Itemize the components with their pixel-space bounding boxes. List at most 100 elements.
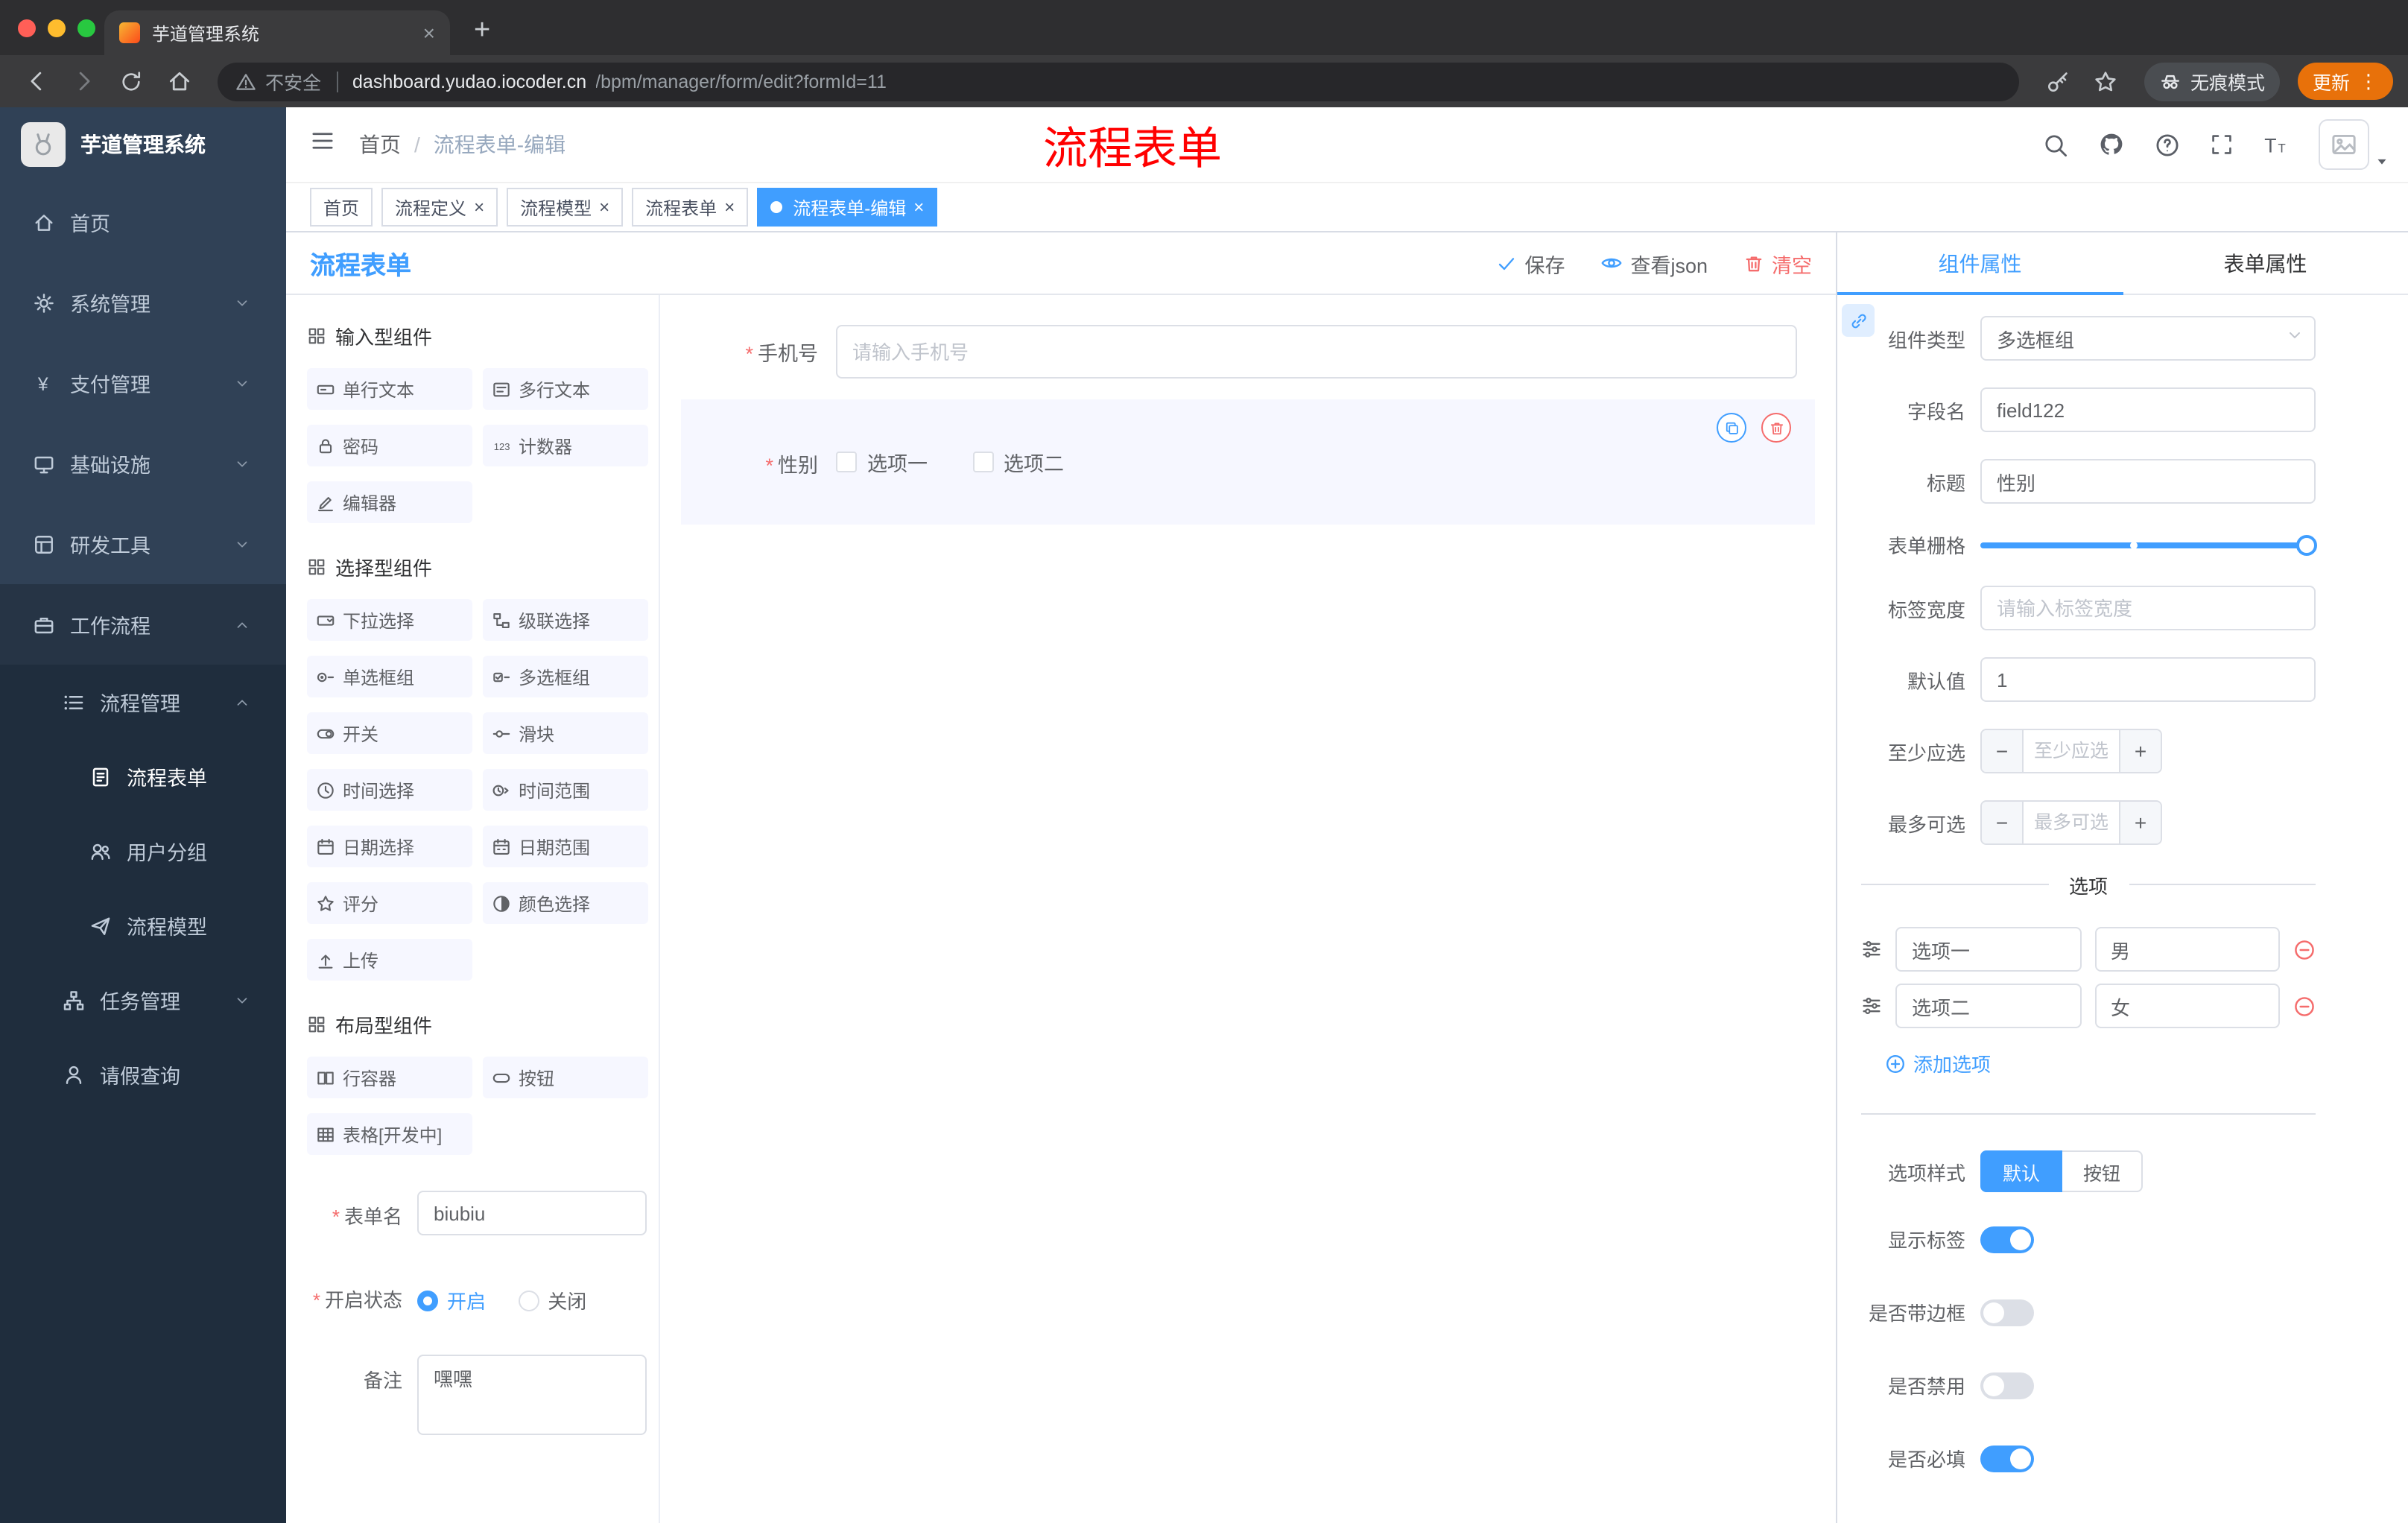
sidebar-item-payment-management[interactable]: ¥ 支付管理 bbox=[0, 343, 286, 423]
palette-item-select[interactable]: 下拉选择 bbox=[307, 599, 472, 641]
close-icon[interactable]: × bbox=[474, 198, 484, 216]
canvas-field-phone[interactable]: * 手机号 bbox=[681, 313, 1815, 390]
close-window-button[interactable] bbox=[18, 19, 36, 37]
show-label-switch[interactable] bbox=[1980, 1226, 2034, 1253]
palette-item-button[interactable]: 按钮 bbox=[483, 1057, 648, 1098]
palette-item-radio-group[interactable]: 单选框组 bbox=[307, 656, 472, 697]
sidebar-item-infrastructure[interactable]: 基础设施 bbox=[0, 423, 286, 504]
checkbox-option[interactable]: 选项二 bbox=[972, 447, 1064, 477]
palette-item-rate[interactable]: 评分 bbox=[307, 882, 472, 924]
min-select-input[interactable] bbox=[2024, 730, 2119, 772]
sidebar-item-process-management[interactable]: 流程管理 bbox=[0, 665, 286, 739]
form-remark-textarea[interactable]: 嘿嘿 bbox=[417, 1354, 647, 1434]
palette-item-rich-editor[interactable]: 编辑器 bbox=[307, 481, 472, 523]
help-icon[interactable] bbox=[2155, 132, 2180, 157]
default-value-input[interactable] bbox=[1980, 657, 2316, 702]
forward-icon[interactable] bbox=[63, 60, 104, 102]
minus-button[interactable]: − bbox=[1982, 802, 2024, 843]
palette-item-password[interactable]: 密码 bbox=[307, 425, 472, 466]
sidebar-logo[interactable]: 芋道管理系统 bbox=[0, 107, 286, 182]
drag-icon[interactable] bbox=[1861, 995, 1882, 1016]
browser-tab[interactable]: 芋道管理系统 × bbox=[104, 10, 450, 55]
required-switch[interactable] bbox=[1980, 1445, 2034, 1472]
sidebar-item-devtools[interactable]: 研发工具 bbox=[0, 504, 286, 584]
palette-item-date-range[interactable]: 日期范围 bbox=[483, 826, 648, 867]
disabled-switch[interactable] bbox=[1980, 1372, 2034, 1399]
add-option-button[interactable]: 添加选项 bbox=[1885, 1049, 2316, 1077]
password-key-icon[interactable] bbox=[2037, 60, 2079, 102]
fullscreen-icon[interactable] bbox=[2210, 133, 2234, 156]
new-tab-button[interactable]: + bbox=[474, 16, 490, 45]
palette-item-time-range[interactable]: 时间范围 bbox=[483, 769, 648, 811]
clear-button[interactable]: 清空 bbox=[1743, 248, 1812, 278]
tab-form-props[interactable]: 表单属性 bbox=[2123, 232, 2408, 294]
checkbox-option[interactable]: 选项一 bbox=[836, 447, 928, 477]
palette-item-time-picker[interactable]: 时间选择 bbox=[307, 769, 472, 811]
plus-button[interactable]: + bbox=[2119, 802, 2161, 843]
option-label-input[interactable] bbox=[1895, 927, 2081, 972]
tab-close-icon[interactable]: × bbox=[423, 22, 435, 43]
sidebar-item-system-management[interactable]: 系统管理 bbox=[0, 262, 286, 343]
sidebar-item-task-management[interactable]: 任务管理 bbox=[0, 963, 286, 1037]
palette-item-single-line-text[interactable]: 单行文本 bbox=[307, 368, 472, 410]
palette-item-cascader[interactable]: 级联选择 bbox=[483, 599, 648, 641]
option-value-input[interactable] bbox=[2094, 984, 2280, 1028]
palette-item-counter[interactable]: 123 计数器 bbox=[483, 425, 648, 466]
browser-home-icon[interactable] bbox=[158, 60, 200, 102]
option-label-input[interactable] bbox=[1895, 984, 2081, 1028]
remove-circle-icon[interactable] bbox=[2293, 995, 2316, 1017]
save-button[interactable]: 保存 bbox=[1496, 248, 1565, 278]
delete-field-button[interactable] bbox=[1761, 413, 1791, 443]
sidebar-item-user-group[interactable]: 用户分组 bbox=[0, 814, 286, 888]
reload-icon[interactable] bbox=[110, 60, 152, 102]
zoom-window-button[interactable] bbox=[77, 19, 95, 37]
font-size-icon[interactable]: TT bbox=[2263, 132, 2289, 157]
view-json-button[interactable]: 查看json bbox=[1600, 248, 1708, 278]
tag-home[interactable]: 首页 bbox=[310, 188, 373, 227]
label-width-input[interactable] bbox=[1980, 586, 2316, 630]
close-icon[interactable]: × bbox=[724, 198, 735, 216]
back-icon[interactable] bbox=[15, 60, 57, 102]
max-select-input[interactable] bbox=[2024, 802, 2119, 843]
tag-process-form-edit[interactable]: 流程表单-编辑 × bbox=[757, 188, 938, 227]
breadcrumb-home[interactable]: 首页 bbox=[359, 130, 401, 159]
sidebar-item-leave-query[interactable]: 请假查询 bbox=[0, 1037, 286, 1112]
with-border-switch[interactable] bbox=[1980, 1299, 2034, 1326]
option-value-input[interactable] bbox=[2094, 927, 2280, 972]
status-radio-off[interactable]: 关闭 bbox=[518, 1286, 586, 1314]
search-icon[interactable] bbox=[2043, 132, 2068, 157]
option-style-button-button[interactable]: 按钮 bbox=[2062, 1150, 2144, 1192]
browser-menu-icon[interactable]: ⋮ bbox=[2359, 72, 2378, 91]
minimize-window-button[interactable] bbox=[48, 19, 66, 37]
tag-process-form[interactable]: 流程表单 × bbox=[632, 188, 749, 227]
form-grid-slider[interactable] bbox=[1980, 534, 2317, 555]
phone-input[interactable] bbox=[836, 325, 1797, 379]
palette-item-checkbox-group[interactable]: 多选框组 bbox=[483, 656, 648, 697]
link-icon[interactable] bbox=[1842, 304, 1875, 337]
palette-item-switch[interactable]: 开关 bbox=[307, 712, 472, 754]
close-icon[interactable]: × bbox=[599, 198, 609, 216]
github-icon[interactable] bbox=[2098, 131, 2125, 158]
close-icon[interactable]: × bbox=[913, 198, 924, 216]
component-type-select[interactable] bbox=[1980, 316, 2316, 361]
palette-item-slider[interactable]: 滑块 bbox=[483, 712, 648, 754]
form-canvas[interactable]: *手机号 *性别 选项一选项二 bbox=[660, 295, 1836, 1523]
palette-item-multi-line-text[interactable]: 多行文本 bbox=[483, 368, 648, 410]
tag-process-definition[interactable]: 流程定义 × bbox=[381, 188, 498, 227]
plus-button[interactable]: + bbox=[2119, 730, 2161, 772]
palette-item-upload[interactable]: 上传 bbox=[307, 939, 472, 981]
palette-item-date-picker[interactable]: 日期选择 bbox=[307, 826, 472, 867]
title-input[interactable] bbox=[1980, 459, 2316, 504]
security-label[interactable]: 不安全 bbox=[265, 67, 321, 95]
bookmark-star-icon[interactable] bbox=[2085, 60, 2126, 102]
palette-item-row-container[interactable]: 行容器 bbox=[307, 1057, 472, 1098]
minus-button[interactable]: − bbox=[1982, 730, 2024, 772]
sidebar-item-workflow[interactable]: 工作流程 bbox=[0, 584, 286, 665]
fold-sidebar-icon[interactable] bbox=[286, 128, 359, 161]
sidebar-item-home[interactable]: 首页 bbox=[0, 182, 286, 262]
remove-circle-icon[interactable] bbox=[2293, 938, 2316, 960]
address-bar[interactable]: 不安全 dashboard.yudao.iocoder.cn/bpm/manag… bbox=[218, 62, 2019, 101]
user-avatar[interactable] bbox=[2319, 119, 2390, 170]
copy-field-button[interactable] bbox=[1717, 413, 1746, 443]
option-style-default-button[interactable]: 默认 bbox=[1980, 1150, 2063, 1192]
